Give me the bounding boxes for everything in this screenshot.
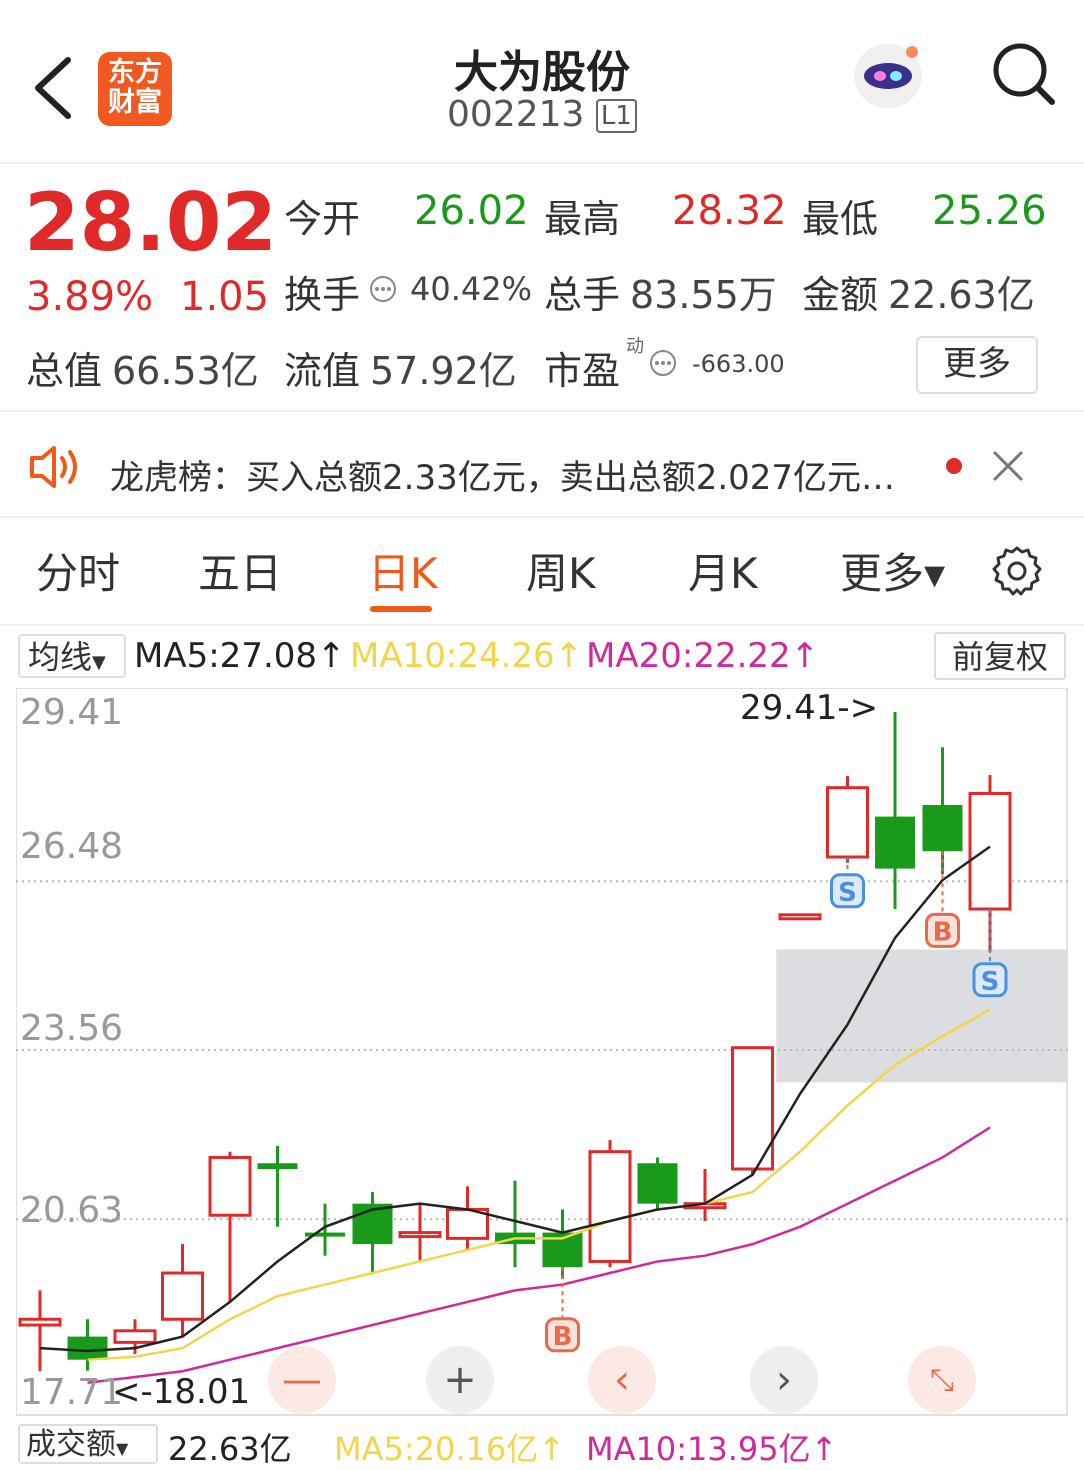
tab-more[interactable]: 更多▾: [840, 540, 945, 601]
kline-chart[interactable]: BSBS 29.41 26.48 23.56 20.63 17.71 29.41…: [16, 688, 1068, 1416]
ma10-label: MA10:24.26↑: [350, 636, 584, 676]
candle-body: [875, 816, 915, 869]
zoom-out-button[interactable]: —: [268, 1346, 336, 1414]
tab-weekly-k[interactable]: 周K: [526, 540, 596, 601]
ma-selector-label: 均线: [28, 638, 93, 676]
sell-signal-label: S: [981, 967, 1000, 997]
volume-label: 总手: [544, 273, 621, 317]
min-annotation: <-18.01: [112, 1372, 251, 1412]
volume-selector-label: 成交额: [26, 1427, 116, 1462]
tabs-divider: [0, 624, 1084, 626]
search-button[interactable]: [990, 40, 1060, 110]
market-cap-value: 66.53亿: [112, 349, 259, 393]
high-value: 28.32: [672, 188, 787, 234]
scroll-left-button[interactable]: ‹: [588, 1346, 656, 1414]
pe-info-icon[interactable]: [648, 348, 678, 378]
volume-value: 83.55万: [630, 273, 777, 317]
dropdown-arrow-icon: ▼: [116, 1439, 129, 1458]
pe-superscript: 动: [626, 336, 644, 357]
y-tick-26: 26.48: [20, 826, 124, 867]
buy-signal-label: B: [933, 917, 953, 947]
turnover-value: 40.42%: [410, 270, 533, 308]
y-tick-23: 23.56: [20, 1008, 124, 1049]
tab-daily-k[interactable]: 日K: [368, 540, 438, 601]
level-badge: L1: [595, 99, 637, 133]
volume-selector[interactable]: 成交额▼: [18, 1424, 158, 1464]
sell-signal-label: S: [838, 878, 857, 908]
pe-label: 市盈: [544, 349, 621, 393]
candle-body: [257, 1163, 298, 1170]
open-label: 今开: [284, 197, 361, 241]
highlight-zone: [776, 949, 1066, 1083]
candle-body: [826, 786, 869, 859]
volume-ma10: MA10:13.95亿↑: [586, 1430, 838, 1468]
y-tick-20: 20.63: [20, 1190, 124, 1231]
turnover-label: 换手: [284, 273, 361, 317]
search-icon: [993, 43, 1055, 105]
close-icon: [992, 450, 1024, 482]
pe-value: -663.00: [692, 350, 785, 378]
robot-assistant-icon[interactable]: [848, 38, 928, 114]
high-label: 最高: [544, 197, 621, 241]
notice-unread-dot: [946, 458, 962, 474]
amount-value: 22.63亿: [888, 273, 1035, 317]
speaker-icon: [28, 444, 84, 490]
adjust-button[interactable]: 前复权: [934, 632, 1066, 680]
dropdown-arrow-icon: ▼: [92, 652, 106, 673]
float-cap-value: 57.92亿: [370, 349, 517, 393]
candle-body: [113, 1329, 157, 1344]
close-notice-button[interactable]: [990, 448, 1026, 484]
current-price: 28.02: [24, 176, 278, 269]
candle-body: [161, 1271, 204, 1321]
chart-settings-button[interactable]: [990, 544, 1044, 598]
stock-code: 002213: [447, 94, 585, 135]
change-percent: 3.89%: [26, 274, 154, 320]
volume-amount: 22.63亿: [168, 1430, 292, 1468]
scroll-right-button[interactable]: ›: [750, 1346, 818, 1414]
y-tick-29: 29.41: [20, 692, 124, 733]
low-label: 最低: [802, 197, 879, 241]
market-cap-label: 总值: [26, 349, 103, 393]
turnover-info-icon[interactable]: [368, 274, 398, 304]
candle-body: [637, 1163, 678, 1204]
y-tick-17: 17.71: [20, 1372, 124, 1413]
candle-body: [18, 1317, 62, 1327]
kline-svg: BSBS: [16, 688, 1068, 1416]
ma-selector[interactable]: 均线▼: [18, 634, 126, 678]
candle-body: [922, 805, 963, 852]
header-divider: [0, 162, 1084, 164]
gear-icon: [992, 546, 1042, 596]
zoom-in-button[interactable]: +: [426, 1346, 494, 1414]
low-value: 25.26: [932, 188, 1047, 234]
more-stats-button[interactable]: 更多: [916, 336, 1038, 394]
change-amount: 1.05: [180, 274, 270, 320]
buy-signal-label: B: [553, 1322, 573, 1352]
candle-body: [398, 1231, 442, 1239]
ma20-label: MA20:22.22↑: [586, 636, 820, 676]
tab-active-indicator: [370, 606, 432, 612]
quote-divider: [0, 410, 1084, 412]
amount-label: 金额: [802, 273, 879, 317]
volume-ma5: MA5:20.16亿↑: [334, 1430, 566, 1468]
float-cap-label: 流值: [284, 349, 361, 393]
ma5-label: MA5:27.08↑: [134, 636, 346, 676]
max-annotation: 29.41->: [740, 688, 879, 728]
open-value: 26.02: [414, 188, 529, 234]
fullscreen-button[interactable]: ⤡: [908, 1346, 976, 1414]
candle-body: [67, 1336, 108, 1360]
candle-body: [588, 1150, 632, 1263]
notice-divider: [0, 516, 1084, 518]
candle-body: [778, 913, 822, 921]
candle-body: [968, 791, 1012, 911]
tab-monthly-k[interactable]: 月K: [688, 540, 758, 601]
tab-intraday[interactable]: 分时: [36, 540, 120, 601]
tab-five-day[interactable]: 五日: [198, 540, 282, 601]
notice-text[interactable]: 龙虎榜：买入总额2.33亿元，卖出总额2.027亿元…: [110, 450, 895, 499]
candle-body: [208, 1155, 252, 1217]
